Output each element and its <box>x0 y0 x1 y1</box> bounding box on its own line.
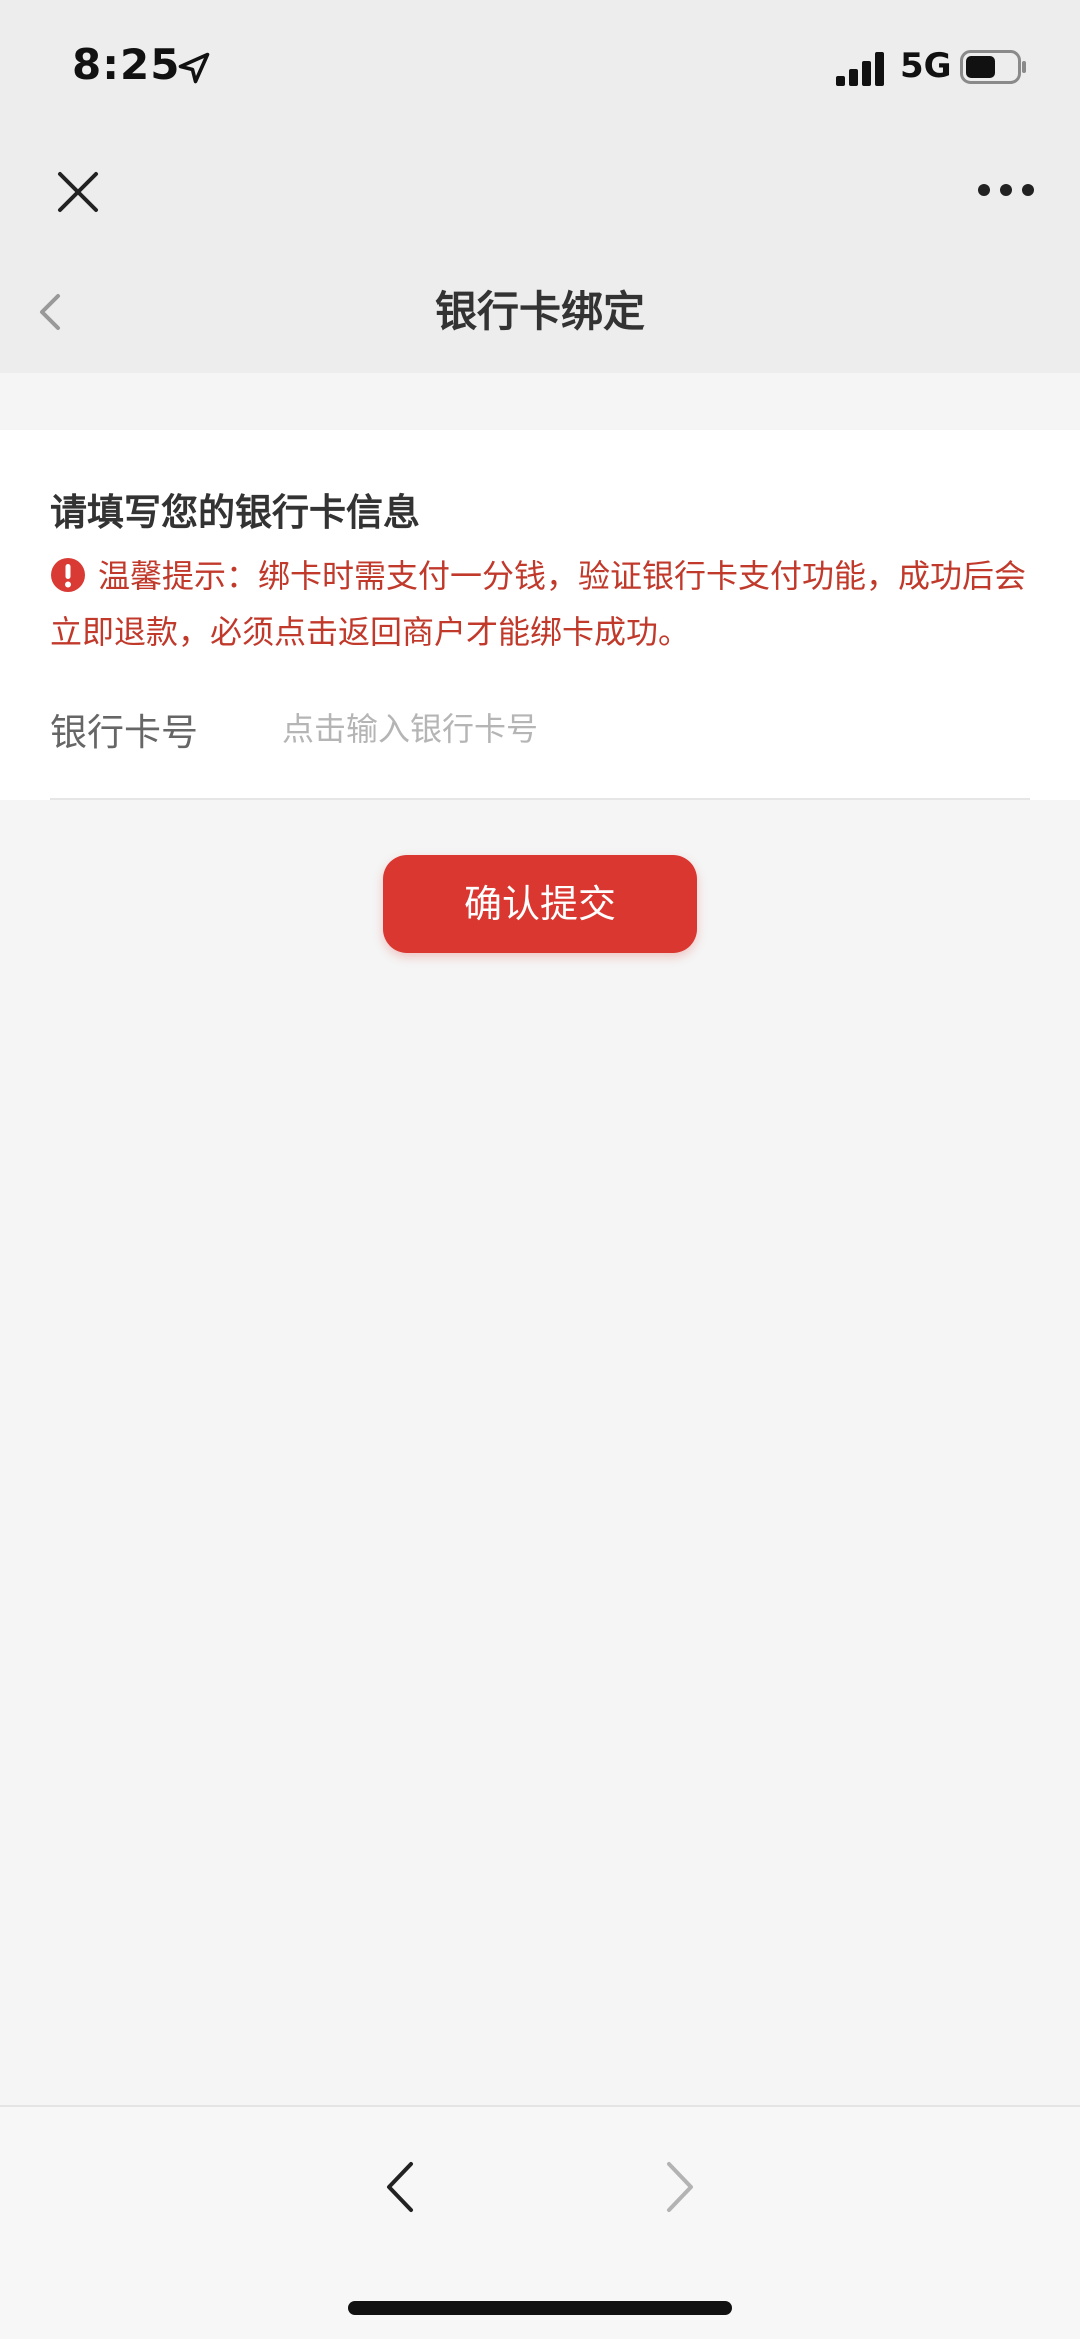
home-indicator[interactable] <box>348 2301 732 2315</box>
page-title: 银行卡绑定 <box>434 287 645 336</box>
status-bar: 8:25 5G <box>0 0 1080 130</box>
close-button[interactable] <box>46 160 110 224</box>
page-header: 银行卡绑定 <box>0 250 1080 373</box>
bank-card-form: 请填写您的银行卡信息 温馨提示：绑卡时需支付一分钱，验证银行卡支付功能，成功后会… <box>0 430 1080 800</box>
chevron-left-icon <box>387 2162 413 2212</box>
browser-back-button[interactable] <box>370 2147 430 2227</box>
browser-forward-button[interactable] <box>650 2147 710 2227</box>
form-heading: 请填写您的银行卡信息 <box>50 491 420 534</box>
top-navigation-area: 8:25 5G 银行卡绑定 <box>0 0 1080 373</box>
card-number-row: 银行卡号 <box>50 694 1030 764</box>
notice-text: 温馨提示：绑卡时需支付一分钱，验证银行卡支付功能，成功后会立即退款，必须点击返回… <box>50 557 1027 651</box>
network-type: 5G <box>900 46 952 86</box>
confirm-submit-button[interactable]: 确认提交 <box>383 855 697 953</box>
close-icon <box>58 172 98 212</box>
divider <box>50 798 1030 800</box>
card-number-input[interactable] <box>282 699 1030 759</box>
back-button[interactable] <box>26 280 74 344</box>
cellular-signal-icon <box>836 52 886 86</box>
status-time: 8:25 <box>72 40 181 89</box>
exclamation-circle-icon <box>50 554 86 592</box>
card-number-label: 银行卡号 <box>50 711 198 754</box>
bottom-toolbar <box>0 2105 1080 2339</box>
more-dots-icon <box>978 184 1034 196</box>
battery-icon <box>960 50 1028 84</box>
more-options-button[interactable] <box>968 170 1044 210</box>
chevron-right-icon <box>667 2162 693 2212</box>
notice-message: 温馨提示：绑卡时需支付一分钱，验证银行卡支付功能，成功后会立即退款，必须点击返回… <box>50 548 1040 660</box>
chevron-left-icon <box>40 294 60 330</box>
location-arrow-icon <box>176 50 212 86</box>
webview-navigation <box>0 130 1080 250</box>
